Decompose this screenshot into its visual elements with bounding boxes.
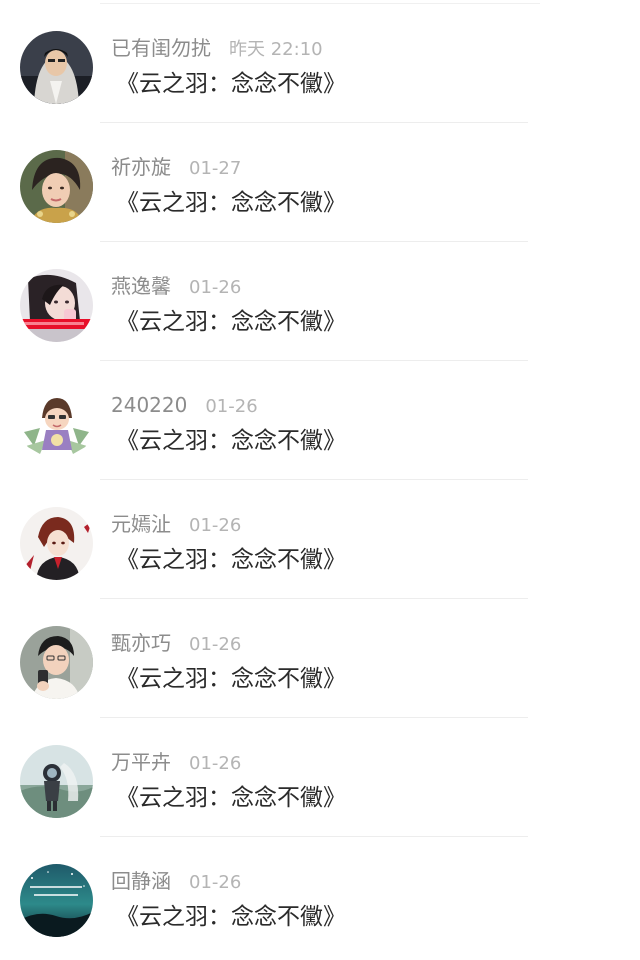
comment-text[interactable]: 《云之羽：念念不黴》 xyxy=(116,661,346,697)
comment-item[interactable]: 甄亦巧 01-26 《云之羽：念念不黴》 xyxy=(0,599,640,718)
username[interactable]: 甄亦巧 xyxy=(111,631,171,655)
username[interactable]: 回静涵 xyxy=(111,869,171,893)
timestamp: 01-26 xyxy=(189,277,242,298)
avatar[interactable] xyxy=(20,864,93,937)
comment-item[interactable]: 已有闺勿扰 昨天 22:10 《云之羽：念念不黴》 xyxy=(0,4,640,123)
avatar-hoodie-boy-icon xyxy=(20,31,93,104)
username[interactable]: 已有闺勿扰 xyxy=(111,36,211,60)
avatar-night-sky-text-icon xyxy=(20,864,93,937)
avatar[interactable] xyxy=(20,626,93,699)
avatar[interactable] xyxy=(20,31,93,104)
timestamp: 01-26 xyxy=(189,634,242,655)
timestamp: 01-27 xyxy=(189,158,242,179)
comment-text[interactable]: 《云之羽：念念不黴》 xyxy=(116,780,346,816)
avatar-cartoon-girl-money-icon xyxy=(20,388,93,461)
avatar-anime-boy-red-icon xyxy=(20,507,93,580)
avatar[interactable] xyxy=(20,150,93,223)
username[interactable]: 祈亦旋 xyxy=(111,155,171,179)
comment-text[interactable]: 《云之羽：念念不黴》 xyxy=(116,542,346,578)
username[interactable]: 240220 xyxy=(111,393,187,417)
avatar-boy-phone-icon xyxy=(20,626,93,699)
comment-item[interactable]: 240220 01-26 《云之羽：念念不黴》 xyxy=(0,361,640,480)
username[interactable]: 元嫣沚 xyxy=(111,512,171,536)
timestamp: 01-26 xyxy=(189,753,242,774)
avatar-astronaut-landscape-icon xyxy=(20,745,93,818)
comment-text[interactable]: 《云之羽：念念不黴》 xyxy=(116,66,346,102)
timestamp: 01-26 xyxy=(189,872,242,893)
avatar[interactable] xyxy=(20,388,93,461)
comment-item[interactable]: 燕逸馨 01-26 《云之羽：念念不黴》 xyxy=(0,242,640,361)
username[interactable]: 万平卉 xyxy=(111,750,171,774)
timestamp: 昨天 22:10 xyxy=(229,39,323,60)
avatar[interactable] xyxy=(20,507,93,580)
avatar-girl-red-banner-icon xyxy=(20,269,93,342)
avatar[interactable] xyxy=(20,745,93,818)
comment-text[interactable]: 《云之羽：念念不黴》 xyxy=(116,899,346,935)
comment-text[interactable]: 《云之羽：念念不黴》 xyxy=(116,304,346,340)
comment-item[interactable]: 祈亦旋 01-27 《云之羽：念念不黴》 xyxy=(0,123,640,242)
comment-item[interactable]: 回静涵 01-26 《云之羽：念念不黴》 xyxy=(0,837,640,956)
timestamp: 01-26 xyxy=(189,515,242,536)
avatar-woman-portrait-icon xyxy=(20,150,93,223)
username[interactable]: 燕逸馨 xyxy=(111,274,171,298)
comment-text[interactable]: 《云之羽：念念不黴》 xyxy=(116,423,346,459)
timestamp: 01-26 xyxy=(205,396,258,417)
comment-text[interactable]: 《云之羽：念念不黴》 xyxy=(116,185,346,221)
avatar[interactable] xyxy=(20,269,93,342)
comment-item[interactable]: 元嫣沚 01-26 《云之羽：念念不黴》 xyxy=(0,480,640,599)
comment-item[interactable]: 万平卉 01-26 《云之羽：念念不黴》 xyxy=(0,718,640,837)
